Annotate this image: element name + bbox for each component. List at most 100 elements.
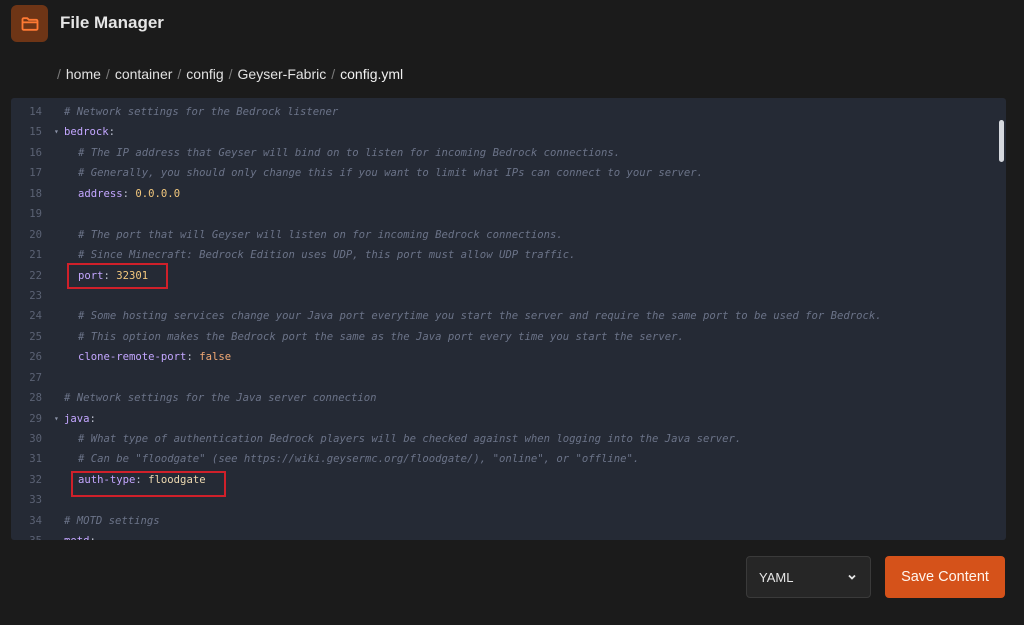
code-comment: # The port that will Geyser will listen … [78, 228, 563, 241]
yaml-key: address [78, 187, 123, 200]
code-line[interactable]: 34 # MOTD settings [11, 511, 1006, 531]
code-comment: # Some hosting services change your Java… [78, 310, 882, 323]
breadcrumb-separator: / [331, 66, 336, 82]
code-line[interactable]: 25 # This option makes the Bedrock port t… [11, 327, 1006, 347]
line-number: 34 [29, 514, 42, 527]
yaml-key: bedrock [64, 126, 109, 139]
code-line[interactable]: 35 motd: [11, 531, 1006, 540]
line-number: 30 [29, 433, 42, 445]
code-line[interactable]: 17 # Generally, you should only change th… [11, 163, 1006, 183]
breadcrumb-home[interactable]: home [66, 66, 101, 82]
code-line[interactable]: 24 # Some hosting services change your Ja… [11, 306, 1006, 326]
line-number: 18 [29, 187, 42, 200]
code-line[interactable]: 26 clone-remote-port: false [11, 347, 1006, 367]
code-line[interactable]: 20 # The port that will Geyser will liste… [11, 225, 1006, 245]
line-number: 16 [29, 146, 42, 159]
line-number: 19 [29, 208, 42, 221]
code-comment: # MOTD settings [64, 514, 160, 527]
code-line[interactable]: 27 [11, 368, 1006, 388]
language-select-value: YAML [759, 569, 794, 585]
code-text: # Network settings for the Java server c… [64, 388, 377, 408]
code-text: # This option makes the Bedrock port the… [78, 327, 684, 347]
yaml-colon: : [122, 187, 136, 200]
line-number: 26 [29, 351, 42, 364]
code-comment: # Network settings for the Bedrock liste… [64, 106, 339, 118]
fold-arrow-icon[interactable]: ▾ [54, 122, 59, 142]
yaml-colon: : [108, 126, 116, 139]
breadcrumb-container[interactable]: container [115, 66, 173, 82]
yaml-colon: : [89, 412, 96, 425]
code-line[interactable]: 28 # Network settings for the Java server… [11, 388, 1006, 408]
code-text: # Some hosting services change your Java… [78, 306, 882, 326]
code-text: java: [64, 409, 96, 429]
code-text: # The IP address that Geyser will bind o… [78, 143, 620, 163]
breadcrumb: / home / container / config / Geyser-Fab… [57, 66, 403, 82]
code-text: motd: [64, 531, 96, 540]
breadcrumb-separator: / [228, 66, 233, 82]
code-line[interactable]: 29 ▾ java: [11, 409, 1006, 429]
app-logo [11, 5, 48, 42]
code-text: # The port that will Geyser will listen … [78, 225, 563, 245]
line-number: 27 [29, 371, 42, 384]
code-text: # Can be "floodgate" (see https://wiki.g… [78, 449, 639, 469]
code-comment: # Can be "floodgate" (see https://wiki.g… [78, 453, 640, 466]
code-line[interactable]: 30 # What type of authentication Bedrock … [11, 429, 1006, 449]
line-number: 31 [29, 453, 42, 466]
line-number: 15 [29, 126, 42, 139]
code-text: bedrock: [64, 122, 115, 142]
yaml-colon: : [90, 535, 96, 540]
save-content-button[interactable]: Save Content [885, 556, 1005, 598]
breadcrumb-separator: / [57, 66, 61, 82]
breadcrumb-config[interactable]: config [186, 66, 223, 82]
code-text: clone-remote-port: false [78, 347, 231, 367]
code-line[interactable]: 16 # The IP address that Geyser will bind… [11, 143, 1006, 163]
code-text: # MOTD settings [64, 511, 160, 531]
code-line[interactable]: 18 address: 0.0.0.0 [11, 184, 1006, 204]
line-number: 20 [29, 228, 42, 241]
highlight-box-auth-type [71, 471, 226, 497]
code-comment: # This option makes the Bedrock port the… [78, 330, 684, 343]
breadcrumb-separator: / [105, 66, 110, 82]
yaml-colon: : [186, 351, 200, 364]
line-number: 23 [29, 289, 42, 302]
code-comment: # Network settings for the Java server c… [64, 392, 377, 405]
breadcrumb-geyser-fabric[interactable]: Geyser-Fabric [238, 66, 327, 82]
line-number: 28 [29, 392, 42, 405]
line-number: 14 [29, 106, 42, 118]
app-title: File Manager [60, 13, 164, 32]
yaml-value: false [199, 351, 232, 364]
folder-icon [21, 16, 38, 31]
code-comment: # The IP address that Geyser will bind o… [78, 146, 621, 159]
code-line[interactable]: 31 # Can be "floodgate" (see https://wiki… [11, 449, 1006, 469]
code-line[interactable]: 15 ▾ bedrock: [11, 122, 1006, 142]
editor-scrollbar[interactable] [999, 120, 1004, 162]
line-number: 35 [11, 531, 42, 540]
yaml-key: clone-remote-port [78, 351, 187, 364]
code-editor[interactable]: 14 # Network settings for the Bedrock lis… [11, 98, 1006, 540]
highlight-box-port [67, 263, 168, 289]
code-line[interactable]: 23 [11, 286, 1006, 306]
line-number: 17 [29, 167, 42, 180]
yaml-key: java [64, 412, 90, 425]
code-text: address: 0.0.0.0 [78, 184, 180, 204]
code-line[interactable]: 14 # Network settings for the Bedrock lis… [11, 102, 1006, 122]
yaml-value: 0.0.0.0 [135, 187, 181, 200]
breadcrumb-current-file: config.yml [340, 66, 404, 82]
code-comment: # Generally, you should only change this… [78, 167, 704, 180]
line-number: 32 [29, 473, 42, 486]
chevron-down-icon [848, 574, 856, 580]
line-number: 22 [29, 269, 42, 282]
line-number: 24 [29, 310, 42, 323]
code-comment: # Since Minecraft: Bedrock Edition uses … [78, 249, 576, 262]
language-select[interactable]: YAML [746, 556, 871, 598]
line-number: 21 [29, 249, 42, 262]
line-number: 25 [29, 330, 42, 343]
code-text: # What type of authentication Bedrock pl… [78, 429, 741, 449]
line-number: 29 [29, 412, 42, 425]
yaml-key: motd [64, 535, 90, 540]
fold-arrow-icon[interactable]: ▾ [54, 409, 59, 429]
code-text: # Network settings for the Bedrock liste… [64, 102, 338, 122]
line-number: 33 [29, 494, 42, 507]
code-line[interactable]: 19 [11, 204, 1006, 224]
breadcrumb-separator: / [177, 66, 182, 82]
